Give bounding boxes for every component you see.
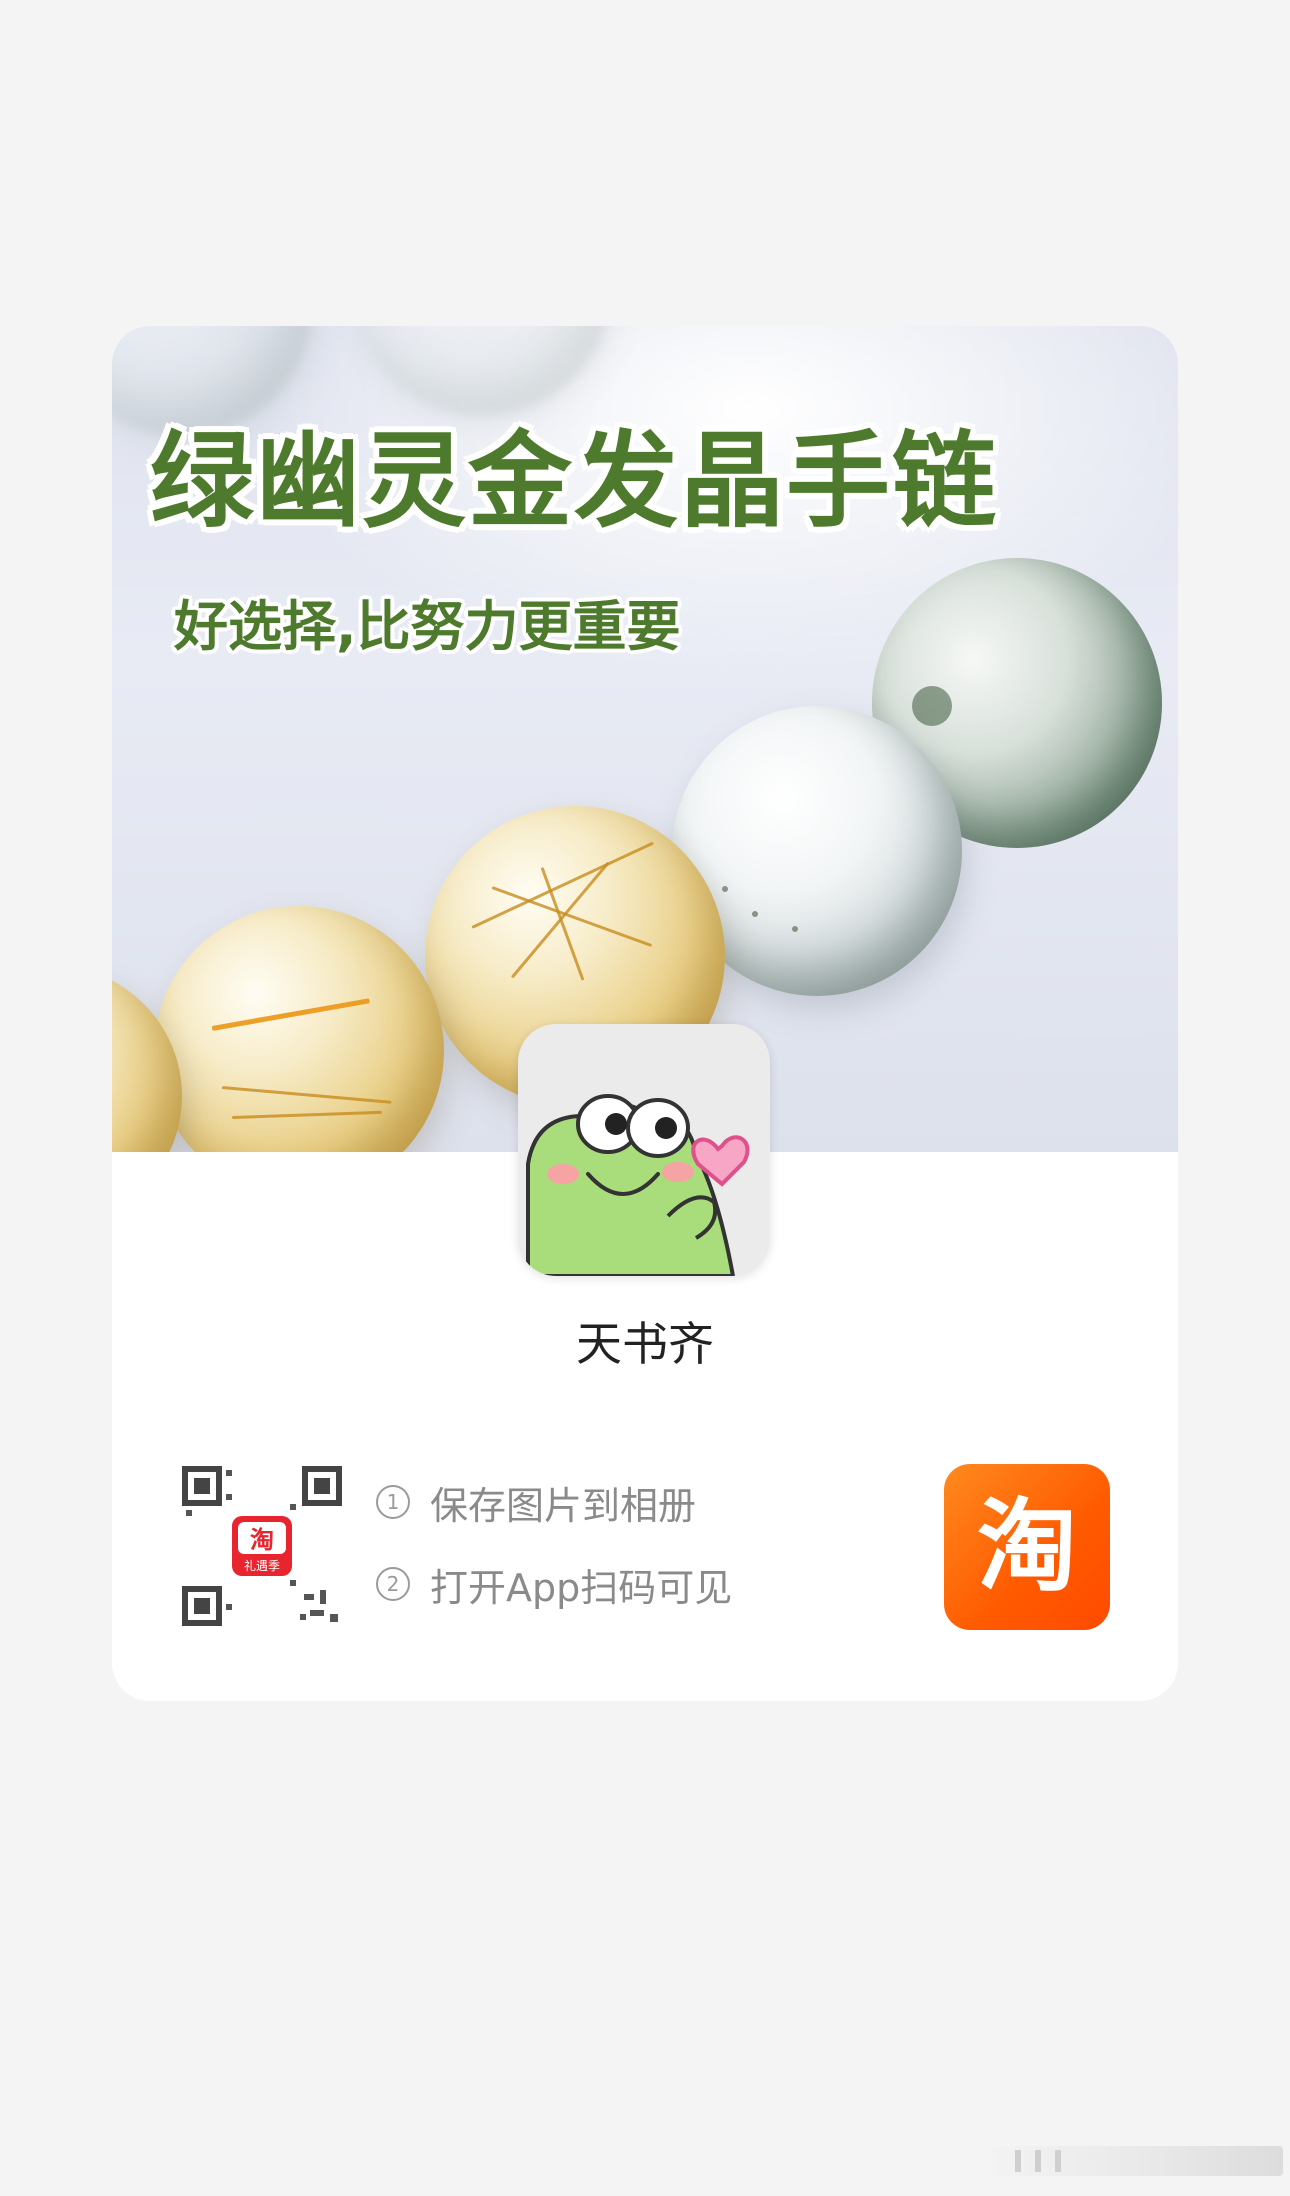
inclusion-speck (912, 686, 952, 726)
shop-avatar[interactable] (518, 1024, 770, 1276)
inclusion-speck (722, 886, 728, 892)
inclusion-speck (752, 911, 758, 917)
qr-code-icon: 淘 礼遇季 (182, 1466, 342, 1626)
banner-subtitle: 好选择,比努力更重要 (174, 595, 681, 658)
taobao-logo-text: 淘 (977, 1488, 1077, 1605)
step-number: 1 (376, 1485, 410, 1519)
step-label: 保存图片到相册 (430, 1483, 697, 1528)
step-number: 2 (376, 1567, 410, 1601)
qr-center-logo-sub: 礼遇季 (244, 1558, 280, 1573)
banner-title: 绿幽灵金发晶手链 (150, 420, 999, 542)
step-open-app: 2 打开App扫码可见 (376, 1554, 732, 1614)
taobao-logo-icon[interactable]: 淘 (944, 1464, 1110, 1630)
share-card: 绿幽灵金发晶手链 好选择,比努力更重要 天书齐 淘 礼遇季 1 保存图片到相册 … (112, 326, 1178, 1701)
shop-name: 天书齐 (576, 1317, 714, 1371)
qr-center-logo: 淘 (250, 1526, 274, 1554)
inclusion-speck (792, 926, 798, 932)
step-label: 打开App扫码可见 (430, 1565, 733, 1610)
scan-instructions: 1 保存图片到相册 2 打开App扫码可见 (376, 1472, 732, 1636)
scroll-indicator (975, 2146, 1283, 2176)
frog-heart-sticker-icon (526, 1094, 750, 1276)
step-save-image: 1 保存图片到相册 (376, 1472, 732, 1532)
qr-code[interactable]: 淘 礼遇季 (180, 1464, 344, 1628)
